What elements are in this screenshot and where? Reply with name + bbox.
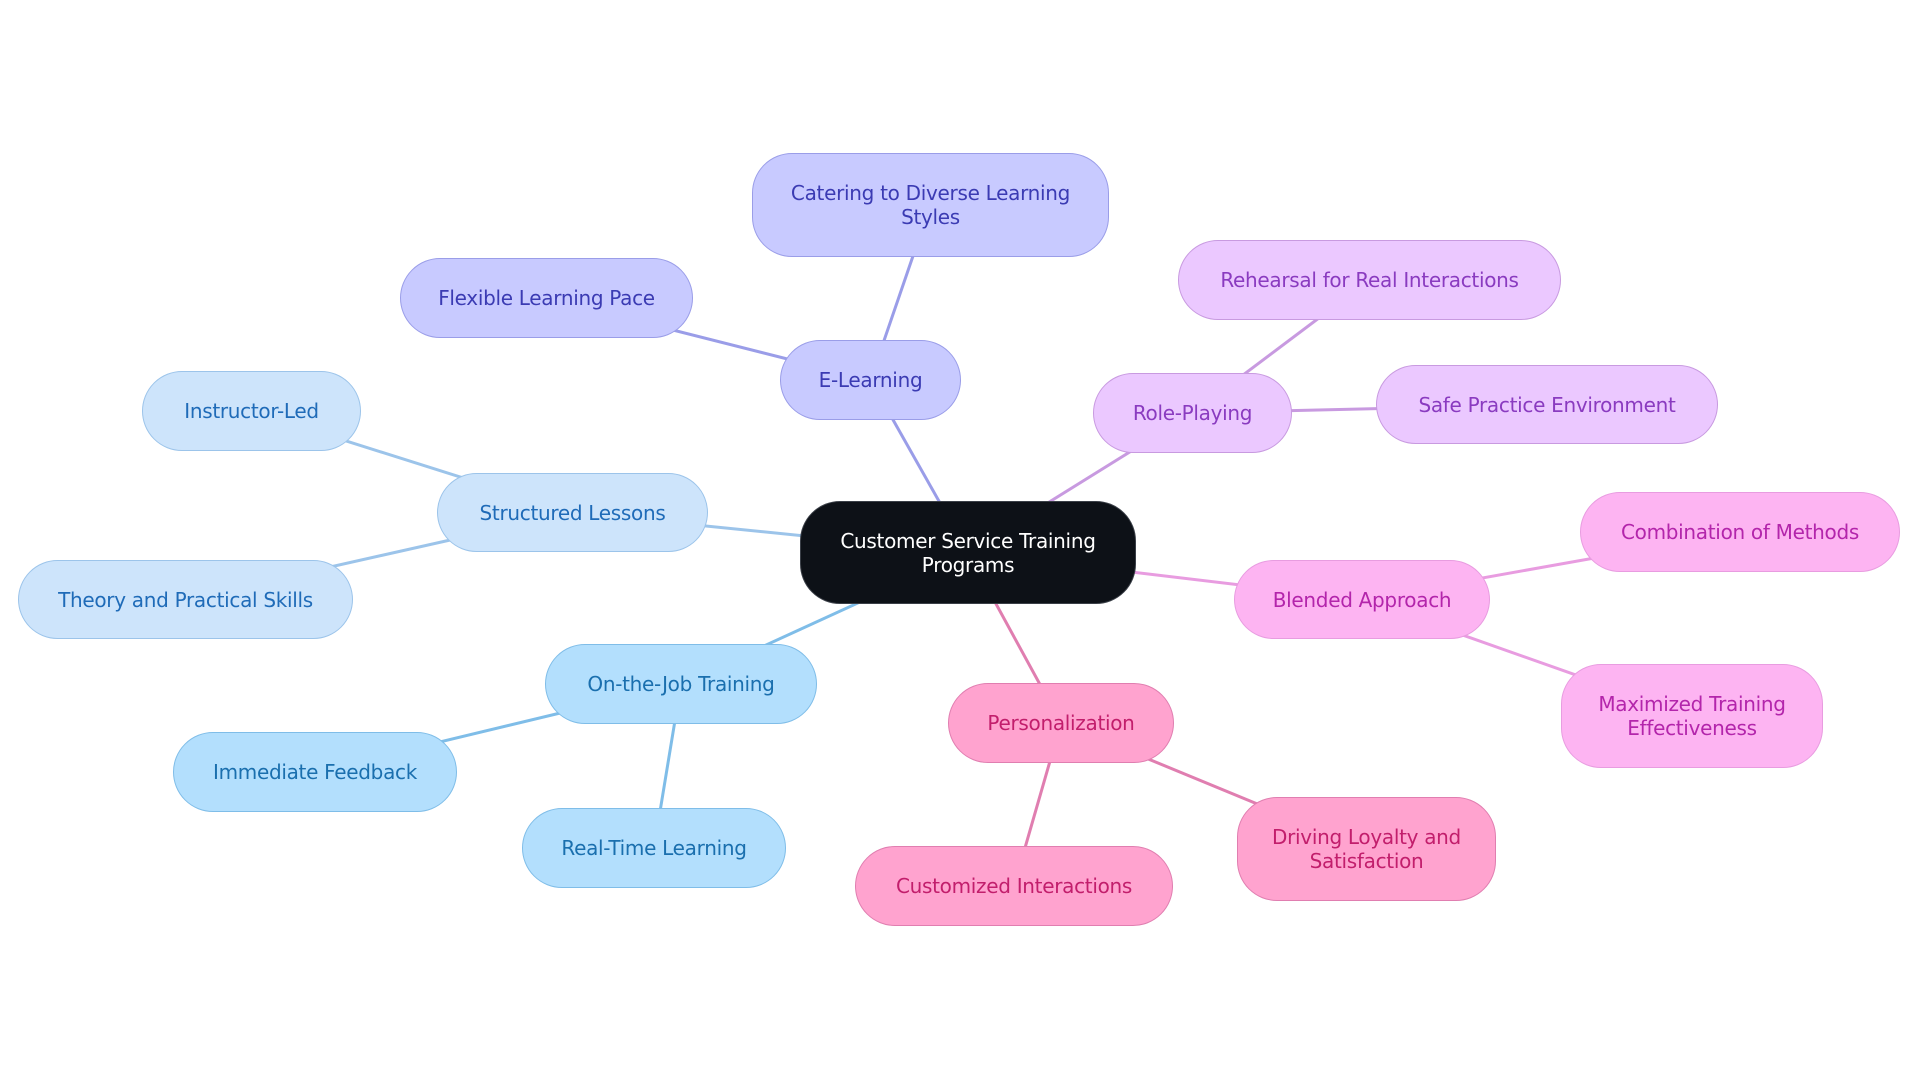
branch-node-structured[interactable]: Structured Lessons bbox=[437, 473, 708, 552]
leaf-node-theory-practical[interactable]: Theory and Practical Skills bbox=[18, 560, 353, 639]
leaf-node-customized[interactable]: Customized Interactions bbox=[855, 846, 1173, 926]
node-label: Immediate Feedback bbox=[212, 760, 418, 784]
branch-node-on-the-job[interactable]: On-the-Job Training bbox=[545, 644, 817, 724]
leaf-node-rehearsal[interactable]: Rehearsal for Real Interactions bbox=[1178, 240, 1561, 320]
node-label: Theory and Practical Skills bbox=[58, 587, 313, 612]
leaf-node-flexible[interactable]: Flexible Learning Pace bbox=[400, 258, 693, 338]
node-label: Real-Time Learning bbox=[561, 836, 747, 860]
branch-node-blended[interactable]: Blended Approach bbox=[1234, 560, 1490, 639]
leaf-node-real-time[interactable]: Real-Time Learning bbox=[522, 808, 786, 888]
node-label: Blended Approach bbox=[1272, 587, 1452, 612]
branch-node-personalization[interactable]: Personalization bbox=[948, 683, 1174, 763]
leaf-node-catering[interactable]: Catering to Diverse Learning Styles bbox=[752, 153, 1109, 257]
leaf-node-driving-loyalty[interactable]: Driving Loyalty and Satisfaction bbox=[1237, 797, 1496, 901]
node-label: Rehearsal for Real Interactions bbox=[1220, 268, 1519, 292]
node-label: E-Learning bbox=[818, 368, 923, 392]
node-label: Instructor-Led bbox=[184, 399, 319, 423]
leaf-node-maximized[interactable]: Maximized Training Effectiveness bbox=[1561, 664, 1823, 768]
leaf-node-safe-practice[interactable]: Safe Practice Environment bbox=[1376, 365, 1718, 444]
node-label: Driving Loyalty and Satisfaction bbox=[1272, 825, 1461, 873]
leaf-node-instructor-led[interactable]: Instructor-Led bbox=[142, 371, 361, 451]
node-label: Customized Interactions bbox=[895, 874, 1133, 898]
root-label: Customer Service Training Programs bbox=[840, 528, 1096, 577]
branch-node-elearning[interactable]: E-Learning bbox=[780, 340, 961, 420]
node-label: Role-Playing bbox=[1132, 401, 1253, 425]
node-label: Maximized Training Effectiveness bbox=[1598, 692, 1786, 740]
root-node[interactable]: Customer Service Training Programs bbox=[800, 501, 1136, 604]
node-label: Catering to Diverse Learning Styles bbox=[790, 181, 1071, 229]
node-label: Personalization bbox=[987, 711, 1135, 735]
node-label: Safe Practice Environment bbox=[1418, 392, 1676, 417]
node-label: Structured Lessons bbox=[479, 500, 666, 525]
leaf-node-combination[interactable]: Combination of Methods bbox=[1580, 492, 1900, 572]
node-label: Combination of Methods bbox=[1621, 520, 1859, 544]
branch-node-roleplaying[interactable]: Role-Playing bbox=[1093, 373, 1292, 453]
node-label: On-the-Job Training bbox=[587, 672, 775, 696]
node-label: Flexible Learning Pace bbox=[438, 286, 655, 310]
leaf-node-immediate-feedback[interactable]: Immediate Feedback bbox=[173, 732, 457, 812]
